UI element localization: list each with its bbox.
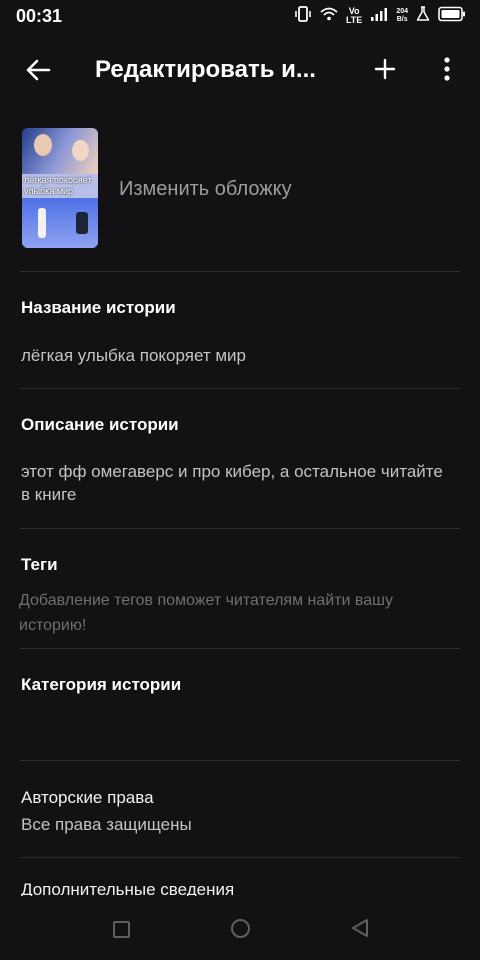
category-label[interactable]: Категория истории bbox=[21, 675, 181, 695]
divider bbox=[20, 760, 460, 761]
flask-icon bbox=[416, 5, 430, 27]
story-description-field[interactable]: этот фф омегаверс и про кибер, а остальн… bbox=[21, 460, 451, 506]
arrow-left-icon bbox=[26, 59, 51, 81]
cover-thumbnail-text: лёгкая покоряет улыбка мир bbox=[24, 175, 92, 196]
cover-person-right bbox=[72, 140, 89, 161]
tags-field[interactable]: Добавление тегов поможет читателям найти… bbox=[19, 588, 439, 638]
cover-photo-top bbox=[22, 128, 98, 176]
volte-bottom-text: LTE bbox=[345, 15, 363, 25]
toolbar: Редактировать и... bbox=[0, 40, 480, 100]
wifi-icon bbox=[320, 7, 338, 26]
tags-label: Теги bbox=[21, 555, 58, 574]
status-icons: Vo LTE 204 B/s bbox=[294, 5, 466, 27]
story-title-field[interactable]: лёгкая улыбка покоряет мир bbox=[21, 344, 451, 367]
cover-thumbnail[interactable]: лёгкая покоряет улыбка мир bbox=[22, 128, 98, 248]
network-speed-value: 204 bbox=[396, 8, 408, 15]
cover-person-left bbox=[34, 134, 52, 156]
back-button[interactable] bbox=[20, 54, 56, 86]
battery-icon bbox=[438, 6, 466, 27]
nav-back-icon[interactable] bbox=[350, 918, 370, 943]
signal-icon bbox=[370, 7, 388, 26]
story-title-label: Название истории bbox=[21, 298, 176, 317]
copyright-label[interactable]: Авторские права bbox=[21, 788, 154, 808]
copyright-value: Все права защищены bbox=[21, 815, 192, 834]
divider bbox=[20, 388, 460, 389]
cover-photo-bottom bbox=[22, 198, 98, 248]
home-icon[interactable] bbox=[231, 919, 250, 938]
story-description-label: Описание истории bbox=[21, 415, 179, 434]
divider bbox=[20, 857, 460, 858]
page-title: Редактировать и... bbox=[95, 56, 316, 83]
recent-apps-icon[interactable] bbox=[113, 921, 130, 938]
cover-figure-dancer bbox=[38, 208, 46, 238]
more-options-button[interactable] bbox=[432, 54, 462, 84]
divider bbox=[20, 648, 460, 649]
divider bbox=[20, 528, 460, 529]
network-speed-unit: B/s bbox=[396, 16, 408, 23]
change-cover-button[interactable]: Изменить обложку bbox=[119, 178, 292, 201]
more-vertical-icon bbox=[444, 57, 450, 81]
system-navigation-bar bbox=[0, 896, 480, 960]
plus-icon bbox=[374, 58, 396, 80]
cover-figure-standing bbox=[76, 212, 88, 234]
volte-icon: Vo LTE bbox=[346, 7, 362, 25]
status-bar: 00:31 Vo LTE 204 B/s bbox=[0, 0, 480, 32]
network-speed: 204 B/s bbox=[396, 8, 408, 24]
cover-section: лёгкая покоряет улыбка мир Изменить обло… bbox=[0, 128, 480, 250]
add-button[interactable] bbox=[370, 54, 400, 84]
divider bbox=[20, 271, 460, 272]
status-time: 00:31 bbox=[16, 6, 63, 26]
vibrate-icon bbox=[294, 5, 312, 27]
